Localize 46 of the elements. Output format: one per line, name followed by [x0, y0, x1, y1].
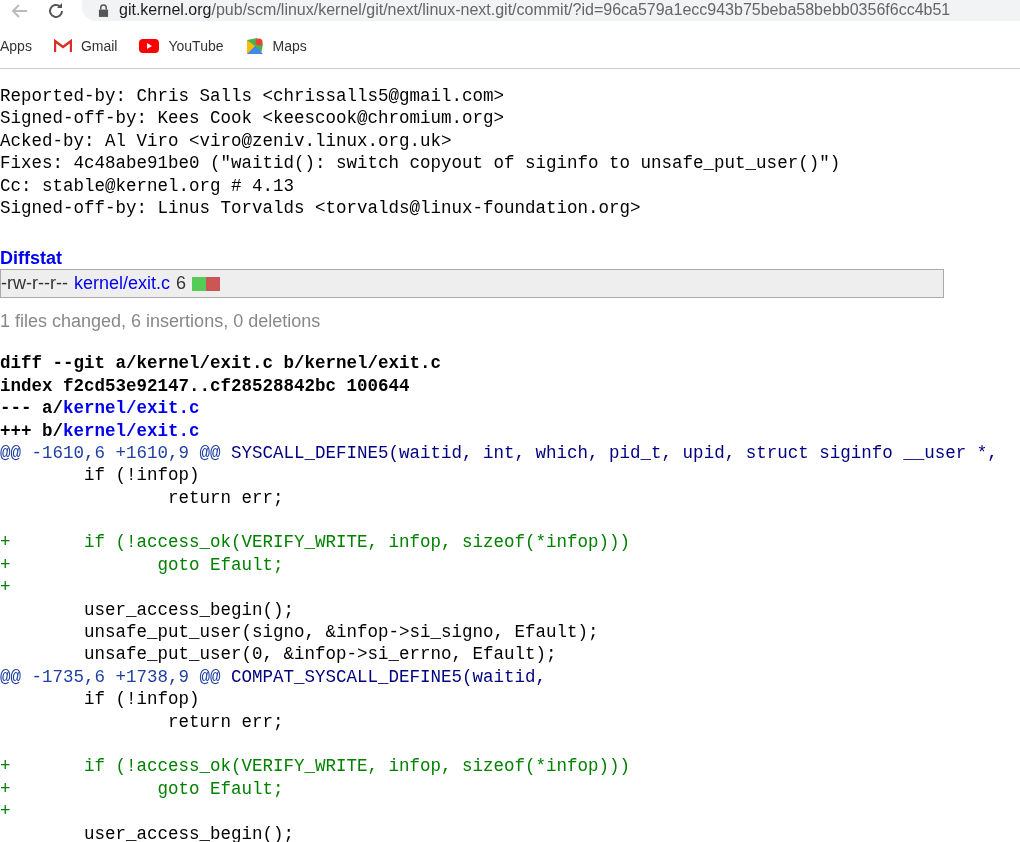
added-line: + [0, 576, 12, 599]
code-line: return err; [167, 486, 285, 510]
file-link[interactable]: kernel/exit.c [63, 420, 200, 441]
code-line: unsafe_put_user(0, &infop->si_errno, Efault); [83, 643, 558, 666]
diffstat-heading[interactable]: Diffstat [0, 247, 1020, 270]
file-mode: -rw-r--r-- [1, 273, 68, 295]
commit-message-line: Acked-by: Al Viro <viro@zeniv.linux.org.uk> [0, 129, 453, 153]
code-line: if (!infop) [83, 688, 201, 711]
added-line: + if (!access_ok(VERIFY_WRITE, infop, sizeof(*infop))) [0, 531, 632, 554]
hunk-range: @@ -1735,6 +1738,9 @@ [0, 666, 221, 687]
file-path-prefix: --- a/ [0, 398, 63, 419]
commit-message-line: Signed-off-by: Linus Torvalds <torvalds@linux-foundation.org> [0, 196, 642, 220]
diff-header-line: index f2cd53e92147..cf28528842bc 100644 [0, 374, 411, 398]
code-line: user_access_begin(); [83, 598, 296, 622]
added-line: + [0, 800, 12, 823]
hunk-range: @@ -1610,6 +1610,9 @@ [0, 442, 221, 463]
commit-message-line: Reported-by: Chris Salls <chrissalls5@gmail.com> [0, 85, 506, 108]
added-line: + goto Efault; [0, 553, 285, 577]
code-line: user_access_begin(); [83, 822, 296, 842]
code-line: unsafe_put_user(signo, &infop->si_signo, Efault); [83, 621, 600, 644]
bookmark-link[interactable]: Gmail [53, 38, 118, 54]
bookmark-link[interactable]: Apps [0, 38, 32, 54]
file-link[interactable]: kernel/exit.c [63, 398, 200, 419]
lock-icon [98, 3, 109, 17]
added-line: + goto Efault; [0, 777, 285, 801]
code-line: if (!infop) [83, 464, 201, 487]
code-line: return err; [167, 710, 285, 733]
reload-icon[interactable] [46, 1, 66, 21]
hunk-context: SYSCALL_DEFINE5(waitid, int, which, pid_t, upid, struct siginfo __user *, [230, 442, 998, 463]
url-text: git.kernel.org/pub/scm/linux/kernel/git/next/linux-next.git/commit/?id=96ca579a1ecc943b75beba58bebb0356f6cc4b51 [119, 1, 951, 19]
mail-envelope-icon [53, 39, 72, 53]
map-pin-icon [245, 37, 264, 55]
file-path-prefix: +++ b/ [0, 420, 63, 441]
bookmark-link[interactable]: Maps [245, 37, 307, 55]
diffstat-summary: 1 files changed, 6 insertions, 0 deletions [0, 310, 322, 333]
address-bar[interactable]: git.kernel.org/pub/scm/linux/kernel/git/next/linux-next.git/commit/?id=96ca579a1ecc943b75beba58bebb0356f6cc4b51 [82, 0, 1020, 21]
commit-message-line: Cc: stable@kernel.org # 4.13 [0, 174, 296, 197]
hunk-context: COMPAT_SYSCALL_DEFINE5(waitid, [230, 666, 547, 687]
play-icon [139, 39, 160, 53]
commit-message-line: Fixes: 4c48abe91be0 ("waitid(): switch copyout of siginfo to unsafe_put_user()") [0, 152, 842, 175]
change-count: 6 [176, 273, 186, 295]
commit-message-line: Signed-off-by: Kees Cook <keescook@chromium.org> [0, 107, 506, 130]
diff-header-line: diff --git a/kernel/exit.c b/kernel/exit.c [0, 352, 443, 375]
added-line: + if (!access_ok(VERIFY_WRITE, infop, sizeof(*infop))) [0, 755, 632, 778]
file-link[interactable]: kernel/exit.c [73, 273, 170, 295]
bookmark-link[interactable]: YouTube [139, 38, 224, 54]
